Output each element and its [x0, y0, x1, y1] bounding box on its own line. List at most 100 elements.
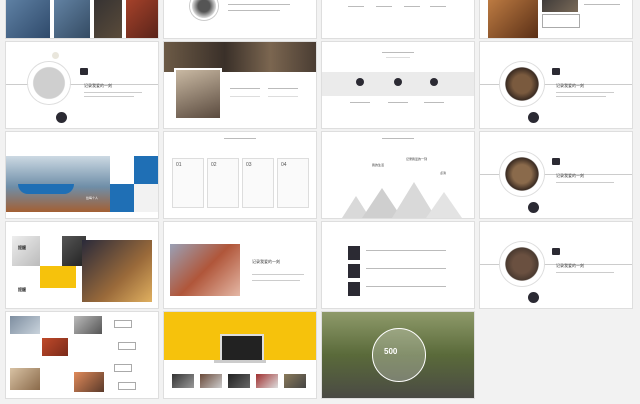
slide-circle-overlay: [372, 328, 426, 382]
slide-text-line: [230, 88, 260, 89]
slide-circle-photo: [500, 62, 544, 106]
slide-photo: [126, 0, 158, 38]
slide-photo: [10, 368, 40, 390]
slide-thumb-r0c3[interactable]: [480, 0, 632, 38]
slide-text-line: [556, 182, 614, 183]
slide-label: 提醒: [18, 287, 26, 292]
slide-photo: [12, 236, 40, 266]
slide-big-number: 500: [384, 347, 398, 356]
slide-thumb-r4c2[interactable]: 500: [322, 312, 474, 398]
mountain-chart: [342, 182, 462, 218]
slide-label-box: [114, 364, 132, 372]
slide-thumb-r2c3[interactable]: 记录我爱的一刻: [480, 132, 632, 218]
slide-label: 提醒: [18, 245, 26, 250]
slide-thumbnail-grid: 记录我爱的一刻 记录我爱的一刻 给每个人 01 02 03 04 记录我爱的一刻…: [0, 0, 640, 404]
chat-icon: [552, 68, 560, 75]
slide-dot-small: [52, 52, 59, 59]
slide-text-line: [84, 92, 142, 93]
list-row-icon: [348, 246, 360, 260]
slide-text-line: [376, 6, 392, 7]
slide-text-line: [424, 102, 444, 103]
slide-tile: [110, 156, 134, 184]
step-number: 01: [176, 162, 182, 168]
slide-text-line: [366, 286, 446, 287]
slide-thumb-r0c2[interactable]: [322, 0, 474, 38]
slide-thumb-r0c1[interactable]: [164, 0, 316, 38]
slide-thumb-r1c2[interactable]: [322, 42, 474, 128]
slide-thumb-r2c2[interactable]: 记录我爱的一刻 我的生活 点滴: [322, 132, 474, 218]
slide-thumb-r3c3[interactable]: 记录我爱的一刻: [480, 222, 632, 308]
slide-text-line: [350, 102, 370, 103]
slide-dot: [528, 292, 539, 303]
slide-thumb-r2c0[interactable]: 给每个人: [6, 132, 158, 218]
slide-tile-blue: [134, 156, 158, 184]
slide-text-line: [252, 280, 300, 281]
slide-thumb-r2c1[interactable]: 01 02 03 04: [164, 132, 316, 218]
slide-circle-photo: [500, 242, 544, 286]
slide-label-box: [118, 342, 136, 350]
slide-photo: [6, 0, 50, 38]
chat-icon: [552, 158, 560, 165]
slide-thumb-r3c1[interactable]: 记录我爱的一刻: [164, 222, 316, 308]
slide-thumb-r3c2[interactable]: [322, 222, 474, 308]
chat-icon: [552, 248, 560, 255]
slide-thumb-r1c1[interactable]: [164, 42, 316, 128]
slide-label-box: [114, 320, 132, 328]
slide-thumb-r1c3[interactable]: 记录我爱的一刻: [480, 42, 632, 128]
slide-text-line: [228, 10, 280, 11]
slide-text-line: [268, 88, 298, 89]
slide-text-line: [84, 96, 134, 97]
slide-photo: [176, 70, 220, 118]
slide-photo: [542, 0, 578, 12]
slide-heading-line: [382, 52, 414, 53]
slide-photo: [164, 42, 316, 72]
slide-thumb-r3c0[interactable]: 提醒 提醒: [6, 222, 158, 308]
slide-photo: [54, 0, 90, 38]
slide-thumb-r4c0[interactable]: [6, 312, 158, 398]
slide-label: 记录我爱的一刻: [406, 157, 428, 161]
slide-text-line: [388, 102, 408, 103]
laptop-base: [214, 360, 266, 363]
slide-tile-blue: [110, 184, 134, 212]
slide-title: 记录我爱的一刻: [252, 259, 280, 264]
slide-text-line: [230, 96, 260, 97]
step-number: 04: [281, 162, 287, 168]
slide-photo: [284, 374, 306, 388]
slide-highlight-box: [40, 266, 76, 288]
slide-label-box: [542, 14, 580, 28]
slide-text-line: [404, 6, 420, 7]
step-number: 03: [246, 162, 252, 168]
slide-title: 记录我爱的一刻: [84, 83, 112, 88]
slide-badge: 给每个人: [86, 196, 99, 200]
slide-text-line: [268, 96, 298, 97]
slide-photo: [170, 244, 240, 296]
slide-label: 我的生活: [372, 163, 385, 167]
slide-circle-photo: [190, 0, 218, 20]
slide-thumb-r1c0[interactable]: 记录我爱的一刻: [6, 42, 158, 128]
step-number: 02: [211, 162, 217, 168]
slide-photo: [42, 338, 68, 356]
slide-label: 点滴: [440, 171, 447, 175]
slide-text-line: [556, 92, 614, 93]
slide-text-line: [228, 4, 290, 5]
slide-dot: [56, 112, 67, 123]
slide-circle-photo: [28, 62, 70, 104]
slide-photo: [200, 374, 222, 388]
slide-title: 记录我爱的一刻: [556, 83, 584, 88]
slide-title: 记录我爱的一刻: [556, 263, 584, 268]
list-row-icon: [348, 264, 360, 278]
slide-thumb-r0c0[interactable]: [6, 0, 158, 38]
crown-icon: [430, 78, 438, 86]
laptop-screen: [220, 334, 264, 362]
slide-circle-photo: [500, 152, 544, 196]
slide-photo: [256, 374, 278, 388]
slide-text-line: [366, 268, 446, 269]
slide-photo: [228, 374, 250, 388]
slide-text-line: [386, 57, 410, 58]
slide-dot: [528, 202, 539, 213]
slide-tile: [134, 184, 158, 212]
slide-text-line: [348, 6, 364, 7]
slide-thumb-r4c1[interactable]: [164, 312, 316, 398]
slide-dot: [528, 112, 539, 123]
chat-icon: [80, 68, 88, 75]
